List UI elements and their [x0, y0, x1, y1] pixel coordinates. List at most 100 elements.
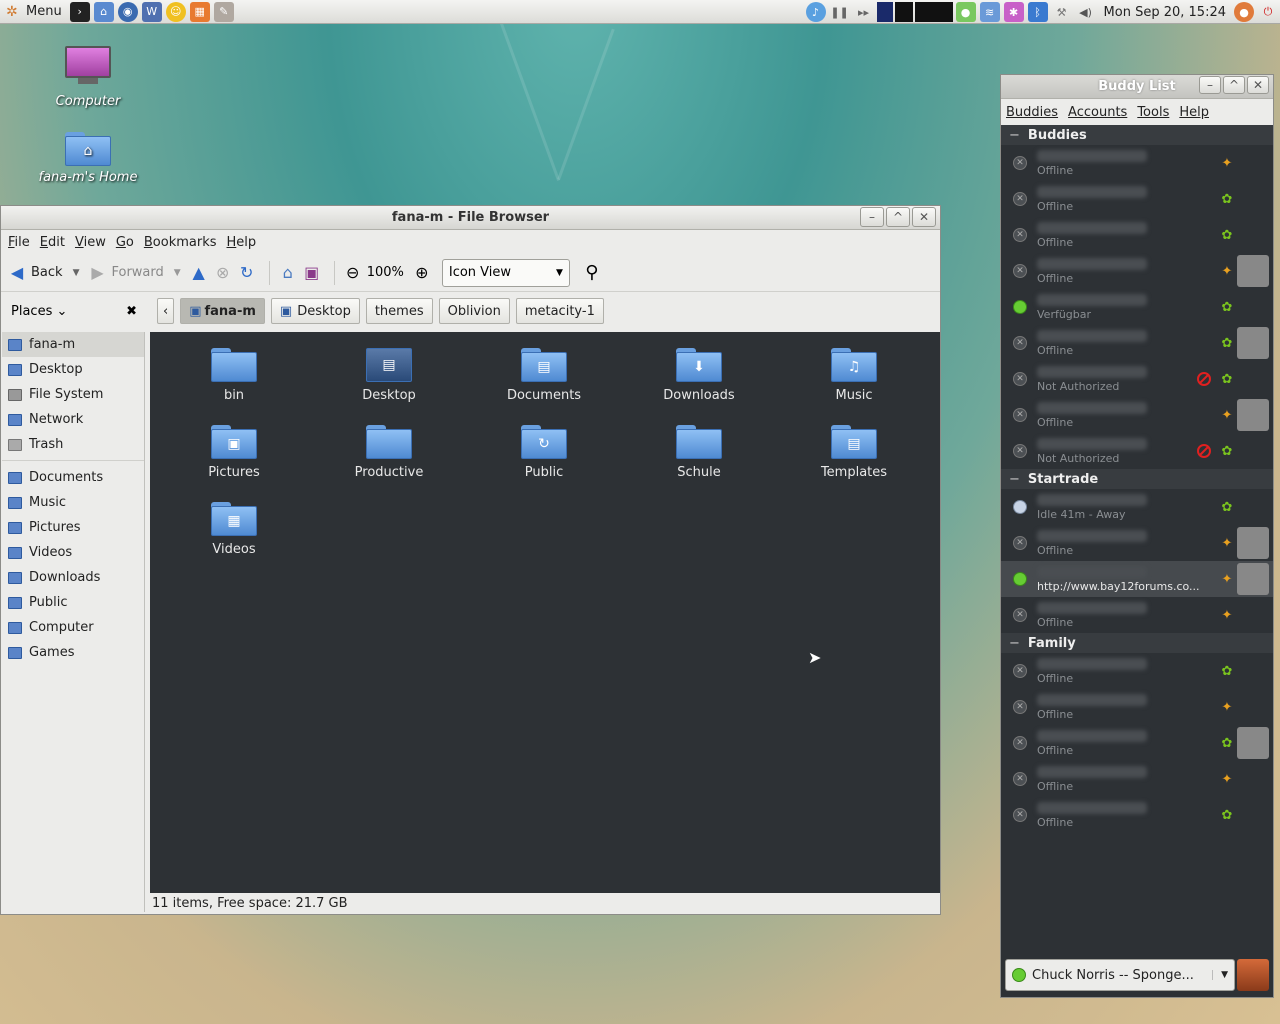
minimize-button[interactable]: –	[1199, 76, 1221, 94]
chevron-down-icon[interactable]: ▼	[174, 268, 181, 278]
power-icon[interactable]: ⏻	[1258, 2, 1278, 22]
file-item-desktop[interactable]: ▤ Desktop	[329, 348, 449, 403]
path-button-home[interactable]: ▣ fana-m	[180, 298, 265, 324]
file-item-documents[interactable]: ▤ Documents	[484, 348, 604, 403]
file-item-videos[interactable]: ▦ Videos	[174, 502, 294, 557]
buddy-row[interactable]: ✕ Offline ✦	[1001, 689, 1273, 725]
buddy-row[interactable]: ✕ Offline ✦	[1001, 397, 1273, 433]
sidebar-item-documents[interactable]: Documents	[2, 465, 144, 490]
network-tray-icon[interactable]: ≋	[979, 2, 1000, 22]
desktop-icon-computer[interactable]: Computer	[33, 46, 143, 109]
sidebar-item-trash[interactable]: Trash	[2, 432, 144, 457]
collapse-icon[interactable]: −	[1009, 636, 1020, 651]
dictionary-icon[interactable]: W	[141, 1, 162, 22]
my-avatar[interactable]	[1237, 959, 1269, 991]
buddy-row[interactable]: ✕ Offline ✦	[1001, 597, 1273, 633]
close-button[interactable]: ✕	[912, 207, 936, 227]
computer-icon[interactable]: ▣	[302, 263, 322, 283]
buddy-row[interactable]: Idle 41m - Away ✿	[1001, 489, 1273, 525]
clock[interactable]: Mon Sep 20, 15:24	[1104, 5, 1226, 20]
window-titlebar[interactable]: fana-m - File Browser – ^ ✕	[1, 206, 940, 230]
maximize-button[interactable]: ^	[1223, 76, 1245, 94]
desktop-icon-home[interactable]: ⌂ fana-m's Home	[33, 132, 143, 185]
file-item-templates[interactable]: ▤ Templates	[794, 425, 914, 480]
buddy-row[interactable]: ✕ Offline ✦	[1001, 525, 1273, 561]
sidebar-item-downloads[interactable]: Downloads	[2, 565, 144, 590]
file-item-bin[interactable]: bin	[174, 348, 294, 403]
menu-bookmarks[interactable]: Bookmarks	[139, 235, 222, 250]
path-button-themes[interactable]: themes	[365, 298, 433, 324]
view-mode-select[interactable]: Icon View ▼	[441, 258, 570, 287]
buddy-row[interactable]: ✕ Not Authorized ✿	[1001, 433, 1273, 469]
buddy-row[interactable]: ✕ Offline ✿	[1001, 181, 1273, 217]
buddy-row[interactable]: http://www.bay12forums.co... ✦	[1001, 561, 1273, 597]
media-icon[interactable]: ♪	[805, 2, 826, 22]
chevron-down-icon[interactable]: ▼	[73, 268, 80, 278]
menu-edit[interactable]: Edit	[35, 235, 70, 250]
buddy-row[interactable]: Verfügbar ✿	[1001, 289, 1273, 325]
pause-icon[interactable]: ❚❚	[830, 2, 850, 22]
home-folder-icon[interactable]: ⌂	[93, 1, 114, 22]
minimize-button[interactable]: –	[860, 207, 884, 227]
zoom-in-icon[interactable]: ⊕	[412, 263, 432, 283]
search-icon[interactable]: ⚲	[582, 262, 602, 283]
path-button-oblivion[interactable]: Oblivion	[438, 298, 510, 324]
next-track-icon[interactable]: ▸▸	[854, 2, 874, 22]
browser-icon[interactable]: ◉	[117, 1, 138, 22]
buddy-group-header[interactable]: − Buddies	[1001, 125, 1273, 145]
file-item-productive[interactable]: Productive	[329, 425, 449, 480]
updates-icon[interactable]: ✱	[1003, 2, 1024, 22]
sidebar-item-public[interactable]: Public	[2, 590, 144, 615]
menu-tools[interactable]: Tools	[1132, 105, 1174, 120]
file-item-downloads[interactable]: ⬇ Downloads	[639, 348, 759, 403]
forward-button[interactable]: ▶ Forward ▼	[87, 263, 180, 283]
buddy-row[interactable]: ✕ Offline ✿	[1001, 653, 1273, 689]
buddy-row[interactable]: ✕ Offline ✿	[1001, 725, 1273, 761]
sidebar-item-music[interactable]: Music	[2, 490, 144, 515]
menu-accounts[interactable]: Accounts	[1063, 105, 1132, 120]
terminal-icon[interactable]: ›	[69, 1, 90, 22]
window-titlebar[interactable]: Buddy List – ^ ✕	[1001, 75, 1273, 99]
buddy-row[interactable]: ✕ Offline ✦	[1001, 761, 1273, 797]
menu-go[interactable]: Go	[111, 235, 139, 250]
menu-help[interactable]: Help	[1174, 105, 1214, 120]
menu-buddies[interactable]: Buddies	[1001, 105, 1063, 120]
sidebar-item-games[interactable]: Games	[2, 640, 144, 665]
sidebar-item-desktop[interactable]: Desktop	[2, 357, 144, 382]
reload-icon[interactable]: ↻	[237, 263, 257, 283]
buddy-group-header[interactable]: − Startrade	[1001, 469, 1273, 489]
close-sidebar-icon[interactable]: ✖	[126, 304, 137, 319]
maximize-button[interactable]: ^	[886, 207, 910, 227]
file-item-public[interactable]: ↻ Public	[484, 425, 604, 480]
bluetooth-icon[interactable]: ᛒ	[1027, 2, 1048, 22]
buddy-row[interactable]: ✕ Not Authorized ✿	[1001, 361, 1273, 397]
zoom-level[interactable]: 100%	[367, 265, 404, 280]
back-button[interactable]: ◀ Back ▼	[7, 263, 80, 283]
places-dropdown[interactable]: Places ⌄	[11, 304, 67, 319]
sidebar-item-videos[interactable]: Videos	[2, 540, 144, 565]
menu-view[interactable]: View	[70, 235, 111, 250]
up-arrow-icon[interactable]: ▲	[189, 263, 209, 283]
buddy-group-header[interactable]: − Family	[1001, 633, 1273, 653]
wrench-icon[interactable]: ⚒	[1052, 2, 1072, 22]
tools-icon[interactable]: ✎	[213, 1, 234, 22]
chat-tray-icon[interactable]: ●	[955, 2, 976, 22]
sidebar-item-computer[interactable]: Computer	[2, 615, 144, 640]
sidebar-item-pictures[interactable]: Pictures	[2, 515, 144, 540]
user-icon[interactable]: ●	[1234, 2, 1254, 22]
menu-file[interactable]: File	[3, 235, 35, 250]
buddy-row[interactable]: ✕ Offline ✿	[1001, 325, 1273, 361]
file-item-schule[interactable]: Schule	[639, 425, 759, 480]
sidebar-item-network[interactable]: Network	[2, 407, 144, 432]
zoom-out-icon[interactable]: ⊖	[343, 263, 363, 283]
path-scroll-left-button[interactable]: ‹	[157, 298, 175, 324]
volume-icon[interactable]: ◀)	[1076, 2, 1096, 22]
stop-icon[interactable]: ⊗	[213, 263, 233, 283]
main-menu-button[interactable]: ✲ Menu	[0, 0, 62, 24]
file-item-pictures[interactable]: ▣ Pictures	[174, 425, 294, 480]
file-manager-icon[interactable]: ▦	[189, 1, 210, 22]
sidebar-item-home[interactable]: fana-m	[2, 332, 144, 357]
buddy-row[interactable]: ✕ Offline ✦	[1001, 145, 1273, 181]
path-button-desktop[interactable]: ▣ Desktop	[270, 298, 360, 324]
path-button-metacity[interactable]: metacity-1	[515, 298, 604, 324]
